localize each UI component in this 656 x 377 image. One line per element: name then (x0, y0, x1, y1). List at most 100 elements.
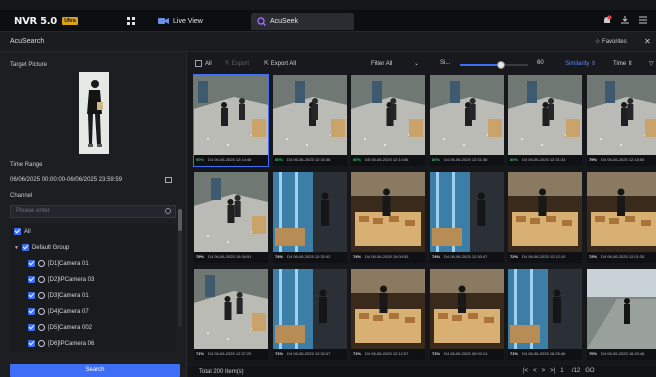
top-right-icons (602, 15, 648, 27)
result-caption: 80% D4 06-06-2025 12:30:36 (275, 157, 330, 162)
first-page-icon[interactable]: |< (523, 368, 528, 374)
export-button[interactable]: ⇱ Export (225, 60, 249, 67)
result-card[interactable]: 71% D4 06-06-2025 12:12:57 (351, 269, 425, 360)
tree-item-group[interactable]: ▼ Default Group (14, 242, 69, 254)
sort-time-label: Time (613, 61, 627, 67)
result-thumbnail[interactable] (351, 269, 425, 349)
close-icon[interactable]: ✕ (644, 37, 651, 46)
similarity-slider[interactable] (460, 61, 528, 69)
chevron-down-icon[interactable]: ▼ (14, 242, 19, 254)
checkbox-checked[interactable] (28, 259, 35, 267)
checkbox-checked[interactable] (28, 339, 35, 347)
result-thumbnail[interactable] (430, 172, 504, 252)
channel-scrollbar[interactable] (178, 209, 182, 327)
similarity-score: 79% (589, 157, 598, 162)
result-card[interactable]: 79% D4 06-06-2025 10:06:51 (194, 172, 268, 263)
filter-dropdown[interactable]: Filter All ⌄ (371, 60, 419, 67)
download-icon[interactable] (620, 15, 630, 25)
result-thumbnail[interactable] (587, 172, 656, 252)
result-thumbnail[interactable] (587, 75, 656, 155)
tree-item-camera[interactable]: [D3]Camera 01 (28, 290, 89, 302)
result-card[interactable]: 80% D4 06-06-2025 12:31:36 (430, 75, 504, 166)
tree-item-all[interactable]: All (14, 226, 31, 238)
filter-funnel-icon[interactable]: ▽ (649, 60, 654, 67)
result-card[interactable]: 72% D4 06-06-2025 12:01:35 (587, 172, 656, 263)
tree-item-camera[interactable]: [D6]IPCamera 06 (28, 338, 94, 350)
page-input[interactable]: 1 (560, 368, 563, 374)
last-page-icon[interactable]: >| (550, 368, 555, 374)
result-card[interactable]: 74% D4 06-06-2025 12:30:47 (430, 172, 504, 263)
result-card[interactable]: 80% D4 06-06-2025 12:30:36 (273, 75, 347, 166)
result-thumbnail[interactable] (194, 172, 268, 252)
checkbox-checked[interactable] (28, 291, 35, 299)
result-thumbnail[interactable] (508, 172, 582, 252)
result-thumbnail[interactable] (351, 172, 425, 252)
tab-live-view[interactable]: Live View (152, 13, 242, 30)
result-thumbnail[interactable] (194, 269, 268, 349)
result-card[interactable]: 72% D4 06-06-2025 12:12:10 (508, 172, 582, 263)
target-picture[interactable] (79, 72, 109, 154)
prev-page-icon[interactable]: < (533, 368, 537, 374)
result-card[interactable]: 80% D5 06-06-2025 12:14:56 (351, 75, 425, 166)
select-all-checkbox[interactable]: All (195, 60, 212, 67)
result-caption: 71% D4 06-06-2025 16:25:46 (510, 351, 565, 356)
checkbox-unchecked[interactable] (195, 60, 202, 67)
similarity-slider-handle[interactable] (496, 61, 505, 69)
favorites-button[interactable]: ☆ Favorites (595, 38, 627, 45)
tree-item-camera[interactable]: [D2]IPCamera 03 (28, 274, 94, 286)
next-page-icon[interactable]: > (542, 368, 546, 374)
camera-icon (38, 339, 45, 347)
result-timestamp: D4 06-06-2025 16:25:46 (522, 351, 566, 356)
result-card[interactable]: 71% D4 06-06-2025 12:37:20 (194, 269, 268, 360)
time-range-input[interactable]: 06/06/2025 00:00:00-06/06/2025 23:59:59 (10, 174, 176, 186)
checkbox-checked[interactable] (21, 243, 29, 251)
menu-icon[interactable] (638, 15, 648, 25)
result-thumbnail[interactable] (508, 269, 582, 349)
result-thumbnail[interactable] (430, 269, 504, 349)
result-thumbnail[interactable] (273, 172, 347, 252)
result-card[interactable]: 74% D4 06-06-2025 12:32:42 (273, 172, 347, 263)
result-thumbnail[interactable] (273, 75, 347, 155)
checkbox-checked[interactable] (28, 307, 35, 315)
tree-item-camera[interactable]: [D4]Camera 07 (28, 306, 89, 318)
search-icon[interactable] (165, 208, 171, 214)
result-thumbnail[interactable] (194, 75, 268, 155)
result-card[interactable]: 79% D4 06-06-2025 12:18:55 (587, 75, 656, 166)
result-thumbnail[interactable] (587, 269, 656, 349)
result-timestamp: D4 06-06-2025 12:32:42 (287, 254, 331, 259)
result-thumbnail[interactable] (430, 75, 504, 155)
result-card[interactable]: 71% D4 06-06-2025 12:32:47 (273, 269, 347, 360)
checkbox-checked[interactable] (28, 275, 35, 283)
result-card[interactable]: 74% D4 06-06-2025 10:00:53 (351, 172, 425, 263)
export-all-button[interactable]: ⇱ Export All (264, 60, 296, 67)
app-grid-icon[interactable] (127, 17, 135, 25)
tree-item-camera[interactable]: [D1]Camera 01 (28, 258, 89, 270)
export-all-icon: ⇱ (264, 61, 271, 67)
calendar-icon[interactable] (165, 177, 172, 183)
result-caption: 80% D4 06-06-2025 12:31:33 (510, 157, 565, 162)
result-card[interactable]: 80% D4 06-06-2025 12:31:33 (508, 75, 582, 166)
checkbox-checked[interactable] (28, 323, 35, 331)
go-button[interactable]: GO (585, 368, 594, 374)
tree-item-label: [D3]Camera 01 (48, 293, 89, 299)
result-thumbnail[interactable] (508, 75, 582, 155)
search-button[interactable]: Search (10, 364, 180, 377)
result-card[interactable]: 71% D4 06-06-2025 00:00:14 (430, 269, 504, 360)
tree-item-camera[interactable]: [D5]Camera 002 (28, 322, 92, 334)
tab-acuseek[interactable]: AcuSeek (251, 13, 354, 30)
result-caption: 70% D4 06-06-2025 16:20:46 (589, 351, 644, 356)
result-thumbnail[interactable] (351, 75, 425, 155)
result-card[interactable]: 70% D4 06-06-2025 16:20:46 (587, 269, 656, 360)
result-caption: 79% D4 06-06-2025 10:06:51 (196, 254, 251, 259)
result-thumbnail[interactable] (273, 269, 347, 349)
sort-time-button[interactable]: Time ⇕ (613, 60, 633, 67)
similarity-score: 74% (353, 254, 362, 259)
checkbox-checked[interactable] (14, 227, 21, 235)
result-card[interactable]: 90% D4 06-06-2025 12:14:46 (193, 74, 269, 167)
channel-search-input[interactable]: Please enter (10, 205, 176, 218)
camera-icon (38, 259, 45, 267)
alarm-icon[interactable] (602, 15, 612, 25)
result-card[interactable]: 71% D4 06-06-2025 16:25:46 (508, 269, 582, 360)
live-view-icon (158, 18, 169, 25)
sort-similarity-button[interactable]: Similarity ⇕ (565, 60, 596, 67)
